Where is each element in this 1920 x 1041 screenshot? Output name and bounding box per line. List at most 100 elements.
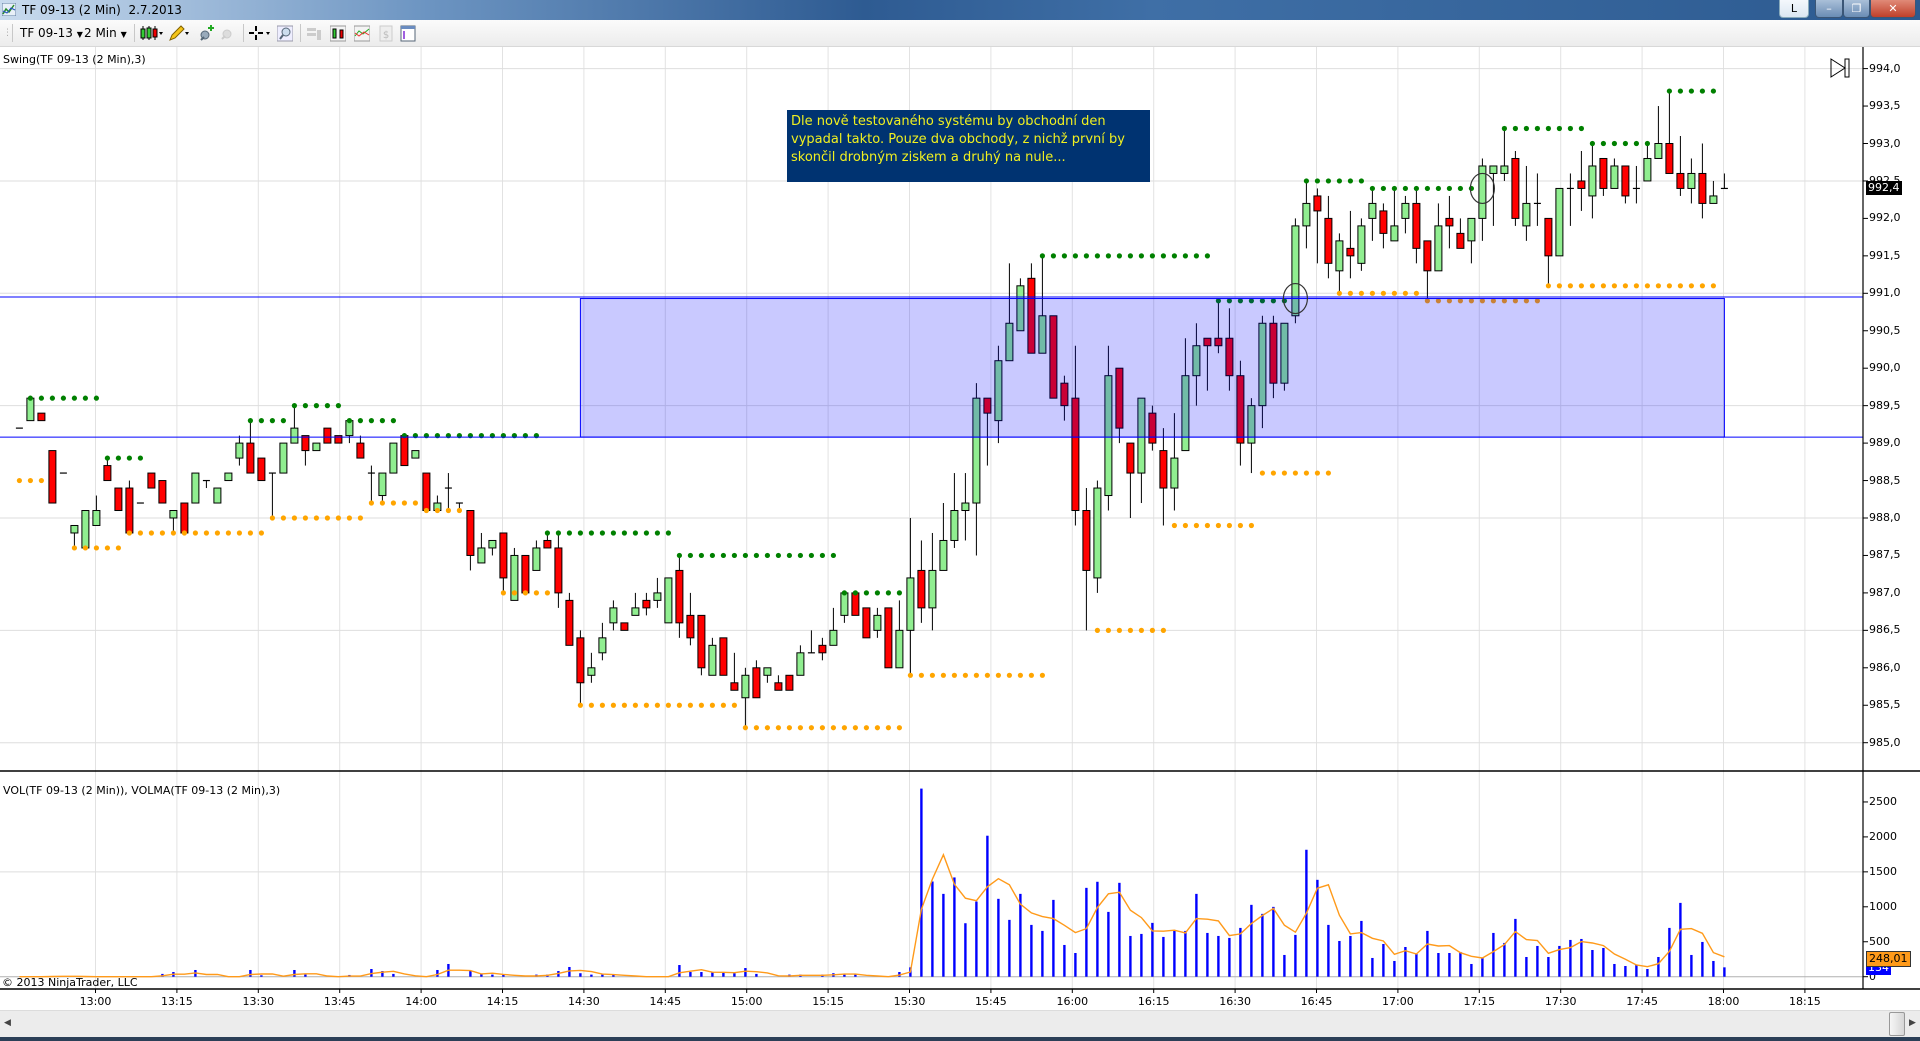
swing-low-dot: [731, 702, 738, 708]
swing-low-dot: [698, 702, 705, 708]
swing-low-dot: [665, 702, 672, 708]
candle-body-up: [279, 442, 288, 474]
time-tick-label: 14:00: [405, 995, 437, 1008]
candle: [235, 435, 244, 466]
time-tick-label: 18:00: [1707, 995, 1740, 1008]
swing-low-dot: [401, 500, 407, 506]
bar-chart-icon[interactable]: [330, 24, 346, 42]
swing-high-dot: [1633, 140, 1639, 147]
candle-body-down: [543, 539, 552, 549]
restore-button[interactable]: ❐: [1843, 0, 1870, 18]
candle-body-down: [862, 607, 871, 639]
candle: [829, 607, 838, 646]
swing-low-segment: [126, 530, 264, 536]
candle: [180, 502, 189, 534]
swing-low-dot: [940, 672, 947, 678]
swing-low-dot: [500, 590, 506, 596]
swing-high-dot: [599, 530, 606, 536]
data-box-icon[interactable]: [306, 24, 322, 42]
close-button[interactable]: ✕: [1870, 0, 1916, 18]
swing-low-dot: [1193, 522, 1199, 529]
swing-low-dot: [852, 725, 859, 731]
candle: [950, 473, 959, 548]
swing-low-segment: [269, 515, 363, 521]
scroll-left-arrow-icon[interactable]: ◀: [4, 1018, 11, 1028]
swing-high-dot: [687, 552, 694, 559]
candle: [147, 472, 156, 489]
time-tick-label: 13:30: [242, 995, 275, 1008]
swing-high-dot: [1061, 253, 1067, 259]
volume-bar: [1415, 953, 1418, 977]
swing-low-dot: [1303, 470, 1309, 476]
horizontal-scrollbar[interactable]: ◀ ▶: [0, 1010, 1920, 1038]
swing-low-dot: [709, 702, 716, 708]
scroll-right-arrow-icon[interactable]: ▶: [1909, 1018, 1916, 1028]
swing-high-segment: [544, 530, 672, 536]
candle: [1346, 210, 1355, 279]
chart-style-candlestick-icon[interactable]: [139, 24, 163, 42]
swing-low-dot: [588, 702, 595, 708]
swing-low-dot: [214, 530, 220, 536]
candle: [1665, 91, 1674, 174]
candle-body-down: [1346, 247, 1355, 257]
remove-indicator-icon[interactable]: [219, 24, 235, 42]
scrollbar-thumb[interactable]: [1889, 1012, 1905, 1036]
swing-low-dot: [1413, 290, 1419, 296]
swing-high-dot: [764, 552, 771, 559]
candle: [895, 600, 904, 669]
swing-low-dot: [896, 725, 903, 731]
interval-dropdown[interactable]: 2 Min ▼: [84, 24, 127, 42]
minimize-button[interactable]: –: [1815, 0, 1843, 18]
drawing-tool-pencil-icon[interactable]: [168, 24, 190, 42]
swing-high-dot: [390, 418, 396, 424]
annotation-textbox[interactable]: Dle nově testovaného systému by obchodní…: [787, 110, 1150, 182]
volume-bar: [997, 898, 1000, 977]
time-tick-label: 15:30: [893, 995, 926, 1008]
volume-bar: [1679, 902, 1682, 977]
swing-high-dot: [1149, 253, 1155, 259]
instrument-dropdown[interactable]: TF 09-13 ▼: [20, 24, 83, 42]
volume-bar: [1085, 887, 1088, 977]
swing-high-dot: [1105, 253, 1111, 259]
volume-bar: [304, 974, 307, 977]
add-indicator-icon[interactable]: [199, 24, 215, 42]
line-chart-icon[interactable]: [354, 24, 370, 42]
zoom-icon[interactable]: [277, 24, 293, 42]
time-tick-label: 13:00: [79, 995, 112, 1008]
time-tick-label: 16:15: [1137, 995, 1170, 1008]
swing-high-segment: [1039, 253, 1210, 259]
candle-body-up: [939, 539, 948, 571]
candle: [1423, 240, 1432, 301]
link-button[interactable]: L: [1779, 0, 1809, 18]
annotation-text: Dle nově testovaného systému by obchodní…: [791, 114, 1125, 165]
candle-body-up: [708, 644, 717, 676]
volume-bar: [1217, 935, 1220, 977]
time-tick-label: 13:15: [161, 995, 193, 1008]
swing-low-dot: [291, 515, 297, 521]
swing-low-dot: [676, 702, 683, 708]
candle-body-up: [26, 397, 35, 422]
swing-low-dot: [1039, 672, 1045, 678]
candle-body-up: [1709, 195, 1718, 204]
toolbar-grip[interactable]: ⋮: [3, 24, 12, 42]
volume-bar: [1338, 940, 1341, 977]
dollar-icon[interactable]: $: [378, 24, 394, 42]
swing-high-dot: [1358, 178, 1364, 184]
swing-high-dot: [1171, 253, 1177, 259]
swing-high-dot: [566, 530, 573, 536]
swing-high-segment: [346, 418, 396, 424]
swing-low-dot: [445, 507, 451, 514]
crosshair-icon[interactable]: [248, 24, 272, 42]
candle-body-up: [1467, 217, 1476, 242]
candle: [224, 472, 233, 482]
swing-high-dot: [269, 418, 275, 424]
swing-low-dot: [885, 725, 892, 731]
swing-high-dot: [1578, 125, 1584, 132]
properties-icon[interactable]: [400, 24, 416, 42]
scroll-to-end-icon[interactable]: [1829, 57, 1851, 79]
volume-bar: [1140, 933, 1143, 977]
price-tick-label: 990,5: [1869, 323, 1901, 337]
candle-body-down: [48, 450, 57, 504]
candle: [532, 540, 541, 571]
candle: [1401, 195, 1410, 234]
